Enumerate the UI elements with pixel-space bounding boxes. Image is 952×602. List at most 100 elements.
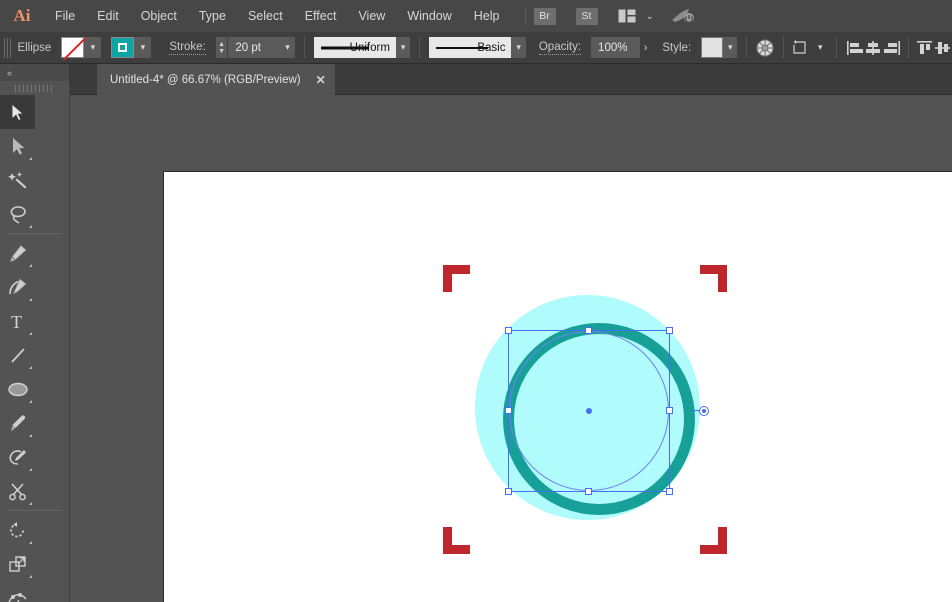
stroke-weight-stepper[interactable]: ▲▼ [216,37,228,58]
align-left-icon[interactable] [846,37,864,59]
selection-bounding-box[interactable] [508,330,670,492]
fill-dropdown-chevron-down-icon[interactable]: ▾ [84,37,101,58]
magic-wand-tool[interactable] [0,163,35,197]
selection-center-point [586,408,592,414]
tools-divider-1 [6,233,63,234]
tools-divider-2 [6,510,63,511]
transform-icon[interactable] [793,37,813,59]
tools-panel: « [0,64,70,602]
tools-group-draw: T [0,236,69,508]
scissors-tool[interactable] [0,474,35,508]
stroke-swatch-group: ▾ [111,37,151,58]
shaper-tool[interactable] [0,440,35,474]
close-icon[interactable]: ✕ [316,73,326,87]
menu-help[interactable]: Help [463,0,511,32]
menu-effect[interactable]: Effect [294,0,348,32]
selection-handle-middle-left[interactable] [505,407,512,414]
width-tool[interactable] [0,581,35,602]
rotate-tool[interactable] [0,513,35,547]
menu-object[interactable]: Object [130,0,188,32]
control-bar: Ellipse ▾ ▾ Stroke: ▲▼ 20 pt ▾ Uniform ▾… [0,32,952,64]
menu-window[interactable]: Window [396,0,462,32]
selection-handle-bottom-right[interactable] [666,488,673,495]
document-tab[interactable]: Untitled-4* @ 66.67% (RGB/Preview) ✕ [97,64,335,95]
selection-handle-bottom-left[interactable] [505,488,512,495]
stroke-weight-input[interactable]: 20 pt [228,37,280,58]
profile-preview-line [321,46,369,49]
stroke-weight-chevron-down-icon[interactable]: ▾ [280,37,294,58]
selection-handle-top-right[interactable] [666,327,673,334]
workspace-chevron-down-icon[interactable]: ⌄ [646,11,654,22]
stroke-dropdown-chevron-down-icon[interactable]: ▾ [134,37,151,58]
fill-swatch-group: ▾ [61,37,101,58]
align-center-horizontal-icon[interactable] [864,37,882,59]
none-slash-icon [63,37,86,60]
stroke-weight-label[interactable]: Stroke: [169,41,205,55]
direct-selection-tool[interactable] [0,129,35,163]
menu-edit[interactable]: Edit [86,0,130,32]
collapse-double-arrow-icon: « [7,68,11,78]
workspace-layout-icon[interactable] [618,9,636,23]
brush-definition-select[interactable]: Basic [429,37,511,58]
stroke-swatch[interactable] [111,37,134,58]
search-rocket-icon[interactable] [670,7,696,25]
artwork-layer [70,95,952,602]
selection-handle-top-left[interactable] [505,327,512,334]
stroke-profile-select[interactable]: Uniform [314,37,396,58]
menu-select[interactable]: Select [237,0,294,32]
selection-tool[interactable] [0,95,35,129]
tools-group-transform [0,513,69,602]
graphic-style-swatch[interactable] [701,37,723,58]
control-divider-3 [746,37,747,58]
lasso-tool[interactable] [0,197,35,231]
opacity-label[interactable]: Opacity: [539,41,581,55]
control-divider-6 [908,37,909,58]
selection-handle-bottom-center[interactable] [585,488,592,495]
document-tab-bar: Untitled-4* @ 66.67% (RGB/Preview) ✕ [0,64,952,95]
curvature-tool[interactable] [0,270,35,304]
menu-divider [525,6,526,26]
opacity-input[interactable]: 100% [591,37,640,58]
control-divider-2 [419,37,420,58]
align-right-icon[interactable] [883,37,901,59]
scale-tool[interactable] [0,547,35,581]
menu-view[interactable]: View [347,0,396,32]
brush-definition-chevron-down-icon[interactable]: ▾ [511,37,525,58]
control-bar-grip[interactable] [4,38,11,58]
line-segment-tool[interactable] [0,338,35,372]
crop-mark-bottom-right [700,527,727,554]
bridge-button[interactable]: Br [534,8,556,25]
crop-mark-bottom-left [443,527,470,554]
align-top-icon[interactable] [916,37,934,59]
recolor-artwork-icon[interactable] [756,37,774,59]
control-divider-4 [783,37,784,58]
align-center-vertical-icon[interactable] [934,37,952,59]
illustrator-window: Ai File Edit Object Type Select Effect V… [0,0,952,602]
paintbrush-tool[interactable] [0,406,35,440]
transform-chevron-down-icon[interactable]: ▾ [813,37,827,58]
selection-handle-middle-right[interactable] [666,407,673,414]
type-tool[interactable]: T [0,304,35,338]
fill-swatch[interactable] [61,37,84,58]
tools-panel-collapse[interactable]: « [0,64,69,81]
ellipse-tool[interactable] [0,372,35,406]
graphic-style-chevron-down-icon[interactable]: ▾ [723,37,737,58]
opacity-expand-arrow-icon[interactable]: › [640,37,652,58]
svg-text:T: T [11,312,22,331]
canvas-area[interactable] [70,95,952,602]
crop-mark-top-right [700,265,727,292]
pen-tool[interactable] [0,236,35,270]
stroke-profile-chevron-down-icon[interactable]: ▾ [396,37,410,58]
brush-preview-line [436,47,488,49]
stock-button[interactable]: St [576,8,598,25]
style-label: Style: [662,42,691,54]
tools-panel-grip[interactable] [0,81,69,95]
tools-group-selection [0,95,69,231]
document-tab-title: Untitled-4* @ 66.67% (RGB/Preview) [110,74,301,86]
menu-type[interactable]: Type [188,0,237,32]
menu-file[interactable]: File [44,0,86,32]
menu-bar: Ai File Edit Object Type Select Effect V… [0,0,952,32]
selection-handle-top-center[interactable] [585,327,592,334]
control-divider-5 [836,37,837,58]
control-divider-1 [304,37,305,58]
